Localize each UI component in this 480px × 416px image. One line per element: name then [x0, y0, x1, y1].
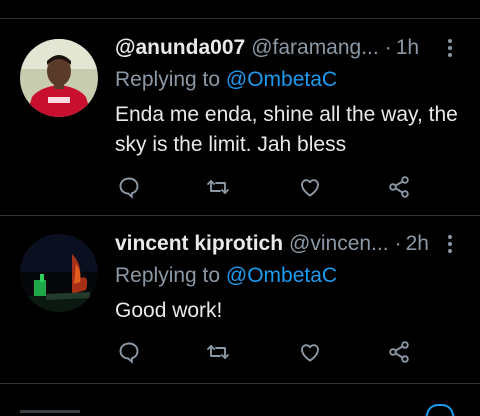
retweet-icon[interactable]	[204, 173, 232, 201]
action-bar	[115, 173, 415, 203]
reply-tweet-1[interactable]: @anunda007 @faramang... · 1h Replying to…	[0, 19, 480, 215]
tweet-header: vincent kiprotich @vincen... · 2h	[115, 230, 460, 258]
timestamp[interactable]: 2h	[406, 232, 429, 256]
separator: ·	[394, 232, 402, 255]
avatar-photo	[20, 234, 98, 312]
tweet-text: Good work!	[115, 299, 223, 322]
replying-to-label: Replying to	[115, 68, 226, 91]
avatar-photo	[20, 39, 98, 117]
tweet-header: @anunda007 @faramang... · 1h	[115, 34, 460, 62]
tweet-content: vincent kiprotich @vincen... · 2h Replyi…	[115, 230, 460, 326]
timestamp[interactable]: 1h	[396, 36, 419, 60]
tweet-text: Enda me enda, shine all the way, the sky…	[115, 103, 458, 156]
reply-tweet-2[interactable]: vincent kiprotich @vincen... · 2h Replyi…	[0, 216, 480, 384]
share-icon[interactable]	[385, 173, 413, 201]
avatar[interactable]	[20, 234, 98, 312]
avatar[interactable]	[20, 39, 98, 117]
action-bar	[115, 338, 415, 368]
bottom-compose-bar	[0, 384, 480, 416]
display-name[interactable]: @anunda007	[115, 36, 245, 60]
mention-link[interactable]: @OmbetaC	[226, 264, 337, 287]
reply-icon[interactable]	[115, 338, 143, 366]
reply-icon[interactable]	[115, 173, 143, 201]
handle[interactable]: @faramang...	[251, 36, 379, 60]
bottom-left-stub	[20, 410, 80, 413]
separator: ·	[384, 36, 392, 59]
heart-icon[interactable]	[296, 173, 324, 201]
more-vertical-icon[interactable]	[440, 36, 460, 60]
mention-link[interactable]: @OmbetaC	[226, 68, 337, 91]
share-icon[interactable]	[385, 338, 413, 366]
tweet-content: @anunda007 @faramang... · 1h Replying to…	[115, 34, 460, 160]
heart-icon[interactable]	[296, 338, 324, 366]
replying-to-line: Replying to @OmbetaC	[115, 264, 460, 290]
display-name[interactable]: vincent kiprotich	[115, 232, 283, 256]
replying-to-line: Replying to @OmbetaC	[115, 68, 460, 94]
bottom-right-icon[interactable]	[426, 404, 454, 416]
replying-to-label: Replying to	[115, 264, 226, 287]
handle[interactable]: @vincen...	[289, 232, 389, 256]
retweet-icon[interactable]	[204, 338, 232, 366]
more-vertical-icon[interactable]	[440, 232, 460, 256]
